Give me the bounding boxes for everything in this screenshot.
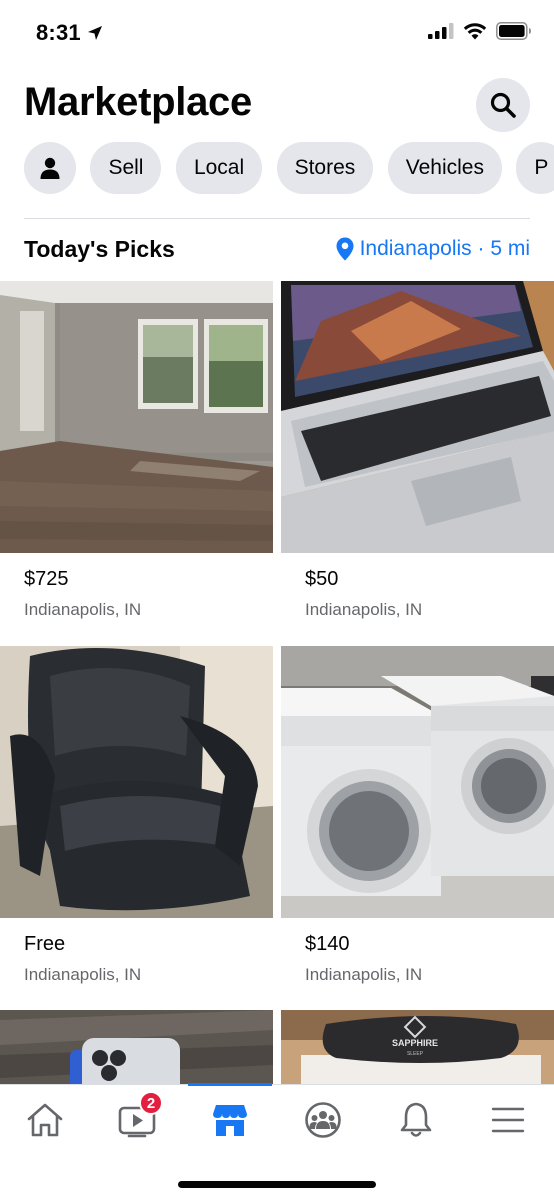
location-pin-icon [336,237,354,261]
person-icon [40,157,60,179]
search-icon [490,92,516,118]
shop-icon [213,1105,247,1136]
tab-notifications[interactable] [386,1095,446,1145]
divider [24,218,530,219]
status-time: 8:31 [36,20,103,46]
tab-groups[interactable] [293,1095,353,1145]
tab-bar: 2 [0,1083,554,1200]
chip-stores[interactable]: Stores [276,142,374,194]
listing-card[interactable]: Free Indianapolis, IN [0,646,273,1010]
location-filter-link[interactable]: Indianapolis · 5 mi [336,237,530,261]
listing-price: $725 [24,568,69,590]
section-header: Today's Picks Indianapolis · 5 mi [24,234,530,268]
listing-card[interactable] [0,1010,273,1090]
leather-chair-photo [0,646,273,918]
mattress-brand-sub: SLEEP [407,1051,424,1057]
listing-card[interactable]: SAPPHIRE SLEEP [281,1010,554,1090]
wifi-icon [463,22,487,39]
active-tab-indicator [188,1083,272,1086]
listing-card[interactable]: $140 Indianapolis, IN [281,646,554,1010]
listing-location: Indianapolis, IN [24,965,142,984]
listing-card[interactable]: $50 Indianapolis, IN [281,281,554,646]
tab-home[interactable] [15,1095,75,1145]
empty-room-photo [0,281,273,553]
tab-marketplace[interactable] [200,1095,260,1145]
washer-dryer-photo [281,646,554,918]
listing-location: Indianapolis, IN [305,600,423,619]
home-indicator [178,1181,376,1188]
phone-photo [0,1010,273,1090]
status-indicators [428,22,532,40]
groups-icon [305,1102,341,1138]
cellular-signal-icon [428,23,454,39]
home-icon [27,1103,63,1137]
chip-sell[interactable]: Sell [90,142,162,194]
header: Marketplace [24,78,530,132]
profile-chip[interactable] [24,142,76,194]
bell-icon [400,1102,432,1137]
filter-chips: Sell Local Stores Vehicles P [24,142,554,194]
laptop-photo [281,281,554,553]
search-button[interactable] [476,78,530,132]
chip-partial[interactable]: P [516,142,554,194]
listing-location: Indianapolis, IN [24,600,142,619]
page-title: Marketplace [24,80,252,124]
menu-icon [491,1107,525,1133]
notification-badge: 2 [139,1091,163,1115]
location-text: Indianapolis · 5 mi [359,237,530,260]
section-title: Today's Picks [24,236,175,262]
clock: 8:31 [36,20,81,45]
tab-menu[interactable] [478,1095,538,1145]
listing-location: Indianapolis, IN [305,965,423,984]
battery-icon [496,22,531,40]
listing-price: $140 [305,933,350,955]
mattress-brand-name: SAPPHIRE [392,1038,438,1048]
listing-card[interactable]: $725 Indianapolis, IN [0,281,273,646]
location-arrow-icon [87,26,102,40]
tab-watch[interactable]: 2 [107,1091,167,1145]
chip-local[interactable]: Local [175,142,263,194]
mattress-photo: SAPPHIRE SLEEP [281,1010,554,1090]
chip-vehicles[interactable]: Vehicles [387,142,502,194]
listing-price: Free [24,933,66,955]
status-bar: 8:31 [0,0,554,68]
listing-price: $50 [305,568,339,590]
